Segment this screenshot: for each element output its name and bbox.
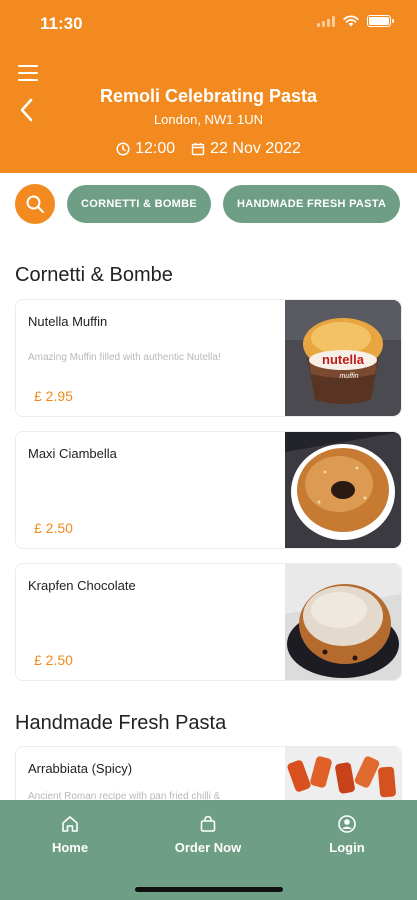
item-price: £ 2.95: [34, 388, 73, 404]
clock-icon: [116, 142, 130, 156]
item-name: Krapfen Chocolate: [28, 578, 136, 593]
search-icon: [26, 195, 44, 213]
shopping-bag-icon: [200, 815, 216, 832]
category-filters: CORNETTI & BOMBE HANDMADE FRESH PASTA: [15, 184, 401, 224]
cellular-signal-icon: [317, 15, 335, 27]
item-price: £ 2.50: [34, 520, 73, 536]
calendar-icon: [191, 143, 205, 156]
item-description: Amazing Muffin filled with authentic Nut…: [28, 352, 221, 363]
item-photo-muffin: nutella muffin: [285, 300, 401, 416]
item-name: Maxi Ciambella: [28, 446, 117, 461]
section-title-pasta: Handmade Fresh Pasta: [15, 712, 227, 734]
event-date: 22 Nov 2022: [210, 140, 301, 157]
menu-item-card[interactable]: Nutella Muffin Amazing Muffin filled wit…: [15, 299, 402, 417]
nav-order-now[interactable]: Order Now: [153, 814, 263, 855]
svg-text:muffin: muffin: [339, 373, 358, 380]
home-icon: [62, 816, 78, 832]
item-photo-ciambella: [285, 432, 401, 548]
section-title-cornetti: Cornetti & Bombe: [15, 264, 173, 286]
nav-home[interactable]: Home: [15, 814, 125, 855]
nav-order-label: Order Now: [174, 840, 242, 855]
chip-handmade-fresh-pasta[interactable]: HANDMADE FRESH PASTA: [223, 185, 401, 223]
svg-text:nutella: nutella: [322, 352, 365, 367]
user-icon: [338, 815, 356, 833]
event-location: London, NW1 1UN: [153, 112, 264, 127]
item-photo-krapfen: [285, 564, 401, 680]
item-name: Arrabbiata (Spicy): [28, 761, 133, 776]
menu-item-card[interactable]: Krapfen Chocolate £ 2.50: [15, 563, 402, 681]
search-button[interactable]: [15, 184, 55, 224]
status-time: 11:30: [40, 14, 83, 33]
chip-cornetti-bombe[interactable]: CORNETTI & BOMBE: [67, 185, 212, 223]
header: 11:30 Remoli Celebrating Pasta London, N…: [0, 0, 417, 173]
menu-item-card[interactable]: Maxi Ciambella £ 2.50: [15, 431, 402, 549]
event-title: Remoli Celebrating Pasta: [99, 86, 318, 106]
home-indicator: [135, 887, 283, 892]
battery-icon: [367, 15, 394, 27]
status-icons: [317, 15, 394, 27]
nav-login-label: Login: [329, 840, 365, 855]
wifi-icon: [343, 15, 359, 27]
item-price: £ 2.50: [34, 652, 73, 668]
menu-button[interactable]: [18, 65, 38, 81]
event-meta: 12:00 22 Nov 2022: [0, 140, 417, 158]
nav-login[interactable]: Login: [292, 814, 402, 855]
nav-home-label: Home: [51, 840, 89, 855]
item-name: Nutella Muffin: [28, 314, 108, 329]
bottom-navigation: Home Order Now Login: [0, 800, 417, 900]
event-time: 12:00: [135, 140, 176, 157]
